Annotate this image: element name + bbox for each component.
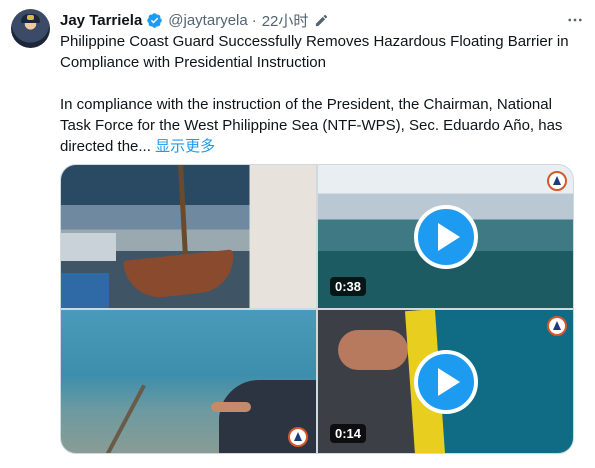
verified-badge-icon[interactable] — [146, 12, 163, 29]
coast-guard-logo-icon — [547, 171, 567, 191]
tweet-text: Philippine Coast Guard Successfully Remo… — [60, 31, 585, 157]
deck-box — [61, 233, 116, 261]
tweet-body: In compliance with the instruction of th… — [60, 96, 563, 155]
photo-underwater-diver[interactable] — [61, 310, 316, 453]
tweet-header: Jay Tarriela @jaytaryela · 22小时 — [60, 10, 585, 30]
coast-guard-logo-icon — [547, 316, 567, 336]
media-grid: 0:38 0:14 — [60, 164, 574, 454]
coast-guard-logo-icon — [288, 427, 308, 447]
video-buoy-removal[interactable]: 0:14 — [318, 310, 573, 453]
separator-dot: · — [251, 11, 257, 29]
photo-anchor-on-deck[interactable] — [61, 165, 316, 308]
more-options-icon[interactable] — [563, 8, 587, 32]
hand — [338, 330, 408, 370]
author-avatar[interactable] — [11, 9, 50, 48]
video-duration: 0:38 — [330, 277, 367, 296]
author-name[interactable]: Jay Tarriela — [60, 12, 142, 29]
tweet-headline: Philippine Coast Guard Successfully Remo… — [60, 33, 569, 71]
play-icon[interactable] — [414, 205, 478, 269]
play-icon[interactable] — [414, 350, 478, 414]
avatar-cap-badge — [27, 15, 34, 20]
tweet-timestamp[interactable]: 22小时 — [262, 10, 309, 31]
show-more-link[interactable]: 显示更多 — [155, 138, 215, 155]
diver-arm — [211, 402, 251, 412]
anchor — [123, 249, 237, 301]
blue-bin — [61, 273, 109, 308]
tweet-body-paragraph: In compliance with the instruction of th… — [60, 94, 585, 157]
underwater-pole — [100, 384, 146, 453]
video-duration: 0:14 — [330, 424, 367, 443]
video-sea-surface[interactable]: 0:38 — [318, 165, 573, 308]
edit-pencil-icon[interactable] — [314, 13, 329, 28]
author-handle[interactable]: @jaytaryela — [168, 12, 247, 29]
